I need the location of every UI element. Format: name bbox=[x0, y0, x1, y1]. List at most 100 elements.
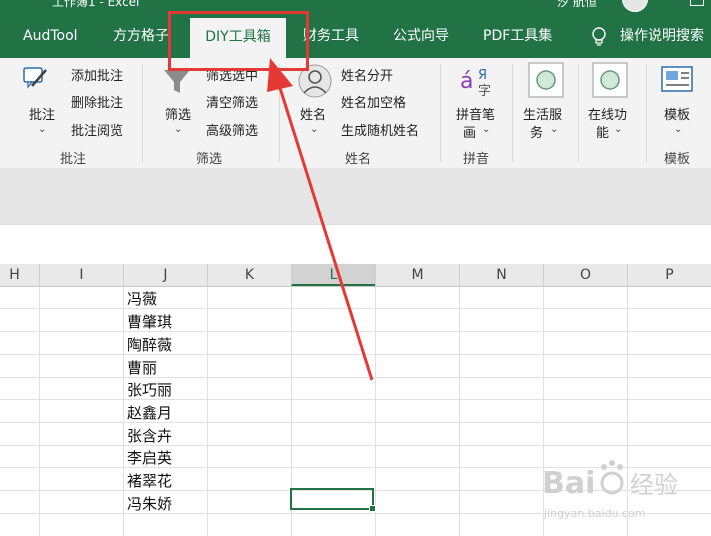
group-divider bbox=[440, 64, 441, 162]
group-divider bbox=[512, 64, 513, 162]
online-function-label-line2: 能 bbox=[596, 126, 610, 141]
view-comments-button[interactable]: 批注阅览 bbox=[71, 120, 123, 139]
split-name-button[interactable]: 姓名分开 bbox=[341, 65, 393, 84]
watermark-url: jingyan.baidu.com bbox=[543, 507, 646, 520]
column-header-i[interactable]: I bbox=[39, 264, 123, 286]
restore-window-icon[interactable] bbox=[690, 0, 704, 6]
group-label-template: 模板 bbox=[664, 152, 691, 167]
add-comment-button[interactable]: 添加批注 bbox=[71, 65, 123, 84]
cell-j2[interactable]: 曹肇琪 bbox=[127, 311, 172, 332]
column-header-j[interactable]: J bbox=[123, 264, 207, 286]
template-icon bbox=[661, 66, 693, 92]
group-label-name: 姓名 bbox=[345, 152, 372, 167]
tell-me-search[interactable]: 操作说明搜索 bbox=[620, 14, 704, 58]
group-divider bbox=[578, 64, 579, 162]
grid-line bbox=[0, 354, 711, 355]
grid-line bbox=[0, 308, 711, 309]
svg-text:字: 字 bbox=[478, 84, 491, 98]
pinyin-stroke-button[interactable]: 拼音笔 bbox=[456, 104, 495, 123]
life-service-label-line2: 务 bbox=[530, 126, 544, 141]
online-function-icon bbox=[592, 62, 628, 98]
template-button[interactable]: 模板 bbox=[664, 104, 690, 123]
chevron-down-icon: ⌄ bbox=[550, 124, 559, 135]
cell-j1[interactable]: 冯薇 bbox=[127, 288, 157, 309]
chevron-down-icon: ⌄ bbox=[174, 124, 183, 135]
name-button[interactable]: 姓名 bbox=[300, 104, 326, 123]
svg-text:Я: Я bbox=[478, 68, 487, 83]
tab-finance-tools[interactable]: 财务工具 bbox=[303, 14, 359, 58]
column-header-h[interactable]: H bbox=[0, 264, 39, 286]
grid-line bbox=[123, 287, 124, 536]
grid-line bbox=[39, 287, 40, 536]
group-divider bbox=[646, 64, 647, 162]
column-header-l[interactable]: L bbox=[291, 264, 375, 286]
group-divider bbox=[142, 64, 143, 162]
chevron-down-icon: ⌄ bbox=[614, 124, 623, 135]
chevron-down-icon: ⌄ bbox=[482, 124, 491, 135]
column-header-m[interactable]: M bbox=[375, 264, 459, 286]
cell-j10[interactable]: 冯朱娇 bbox=[127, 493, 172, 514]
tab-pdf-tools[interactable]: PDF工具集 bbox=[483, 14, 552, 58]
grid-line bbox=[375, 287, 376, 536]
cell-j5[interactable]: 张巧丽 bbox=[127, 379, 172, 400]
user-avatar[interactable] bbox=[622, 0, 648, 12]
blank-toolbar-area bbox=[0, 224, 711, 265]
chevron-down-icon: ⌄ bbox=[310, 124, 319, 135]
user-name[interactable]: 汐 航恒 bbox=[557, 0, 597, 10]
random-name-button[interactable]: 生成随机姓名 bbox=[341, 120, 419, 139]
cell-j6[interactable]: 赵鑫月 bbox=[127, 402, 172, 423]
delete-comment-button[interactable]: 删除批注 bbox=[71, 92, 123, 111]
column-header-o[interactable]: O bbox=[543, 264, 627, 286]
column-header-k[interactable]: K bbox=[207, 264, 291, 286]
grid-line bbox=[0, 331, 711, 332]
column-header-n[interactable]: N bbox=[459, 264, 543, 286]
column-header-p[interactable]: P bbox=[627, 264, 711, 286]
ribbon-panel: 批注 ⌄ 添加批注 删除批注 批注阅览 批注 筛选 ⌄ 筛选选中 清空筛选 高级… bbox=[0, 58, 711, 169]
comment-pen-icon bbox=[23, 67, 47, 89]
online-function-button[interactable]: 在线功 bbox=[588, 104, 627, 123]
watermark-brand: Bai bbox=[542, 466, 595, 501]
group-label-filter: 筛选 bbox=[196, 152, 223, 167]
pinyin-stroke-label-line2: 画 bbox=[463, 126, 477, 141]
chevron-down-icon: ⌄ bbox=[38, 124, 47, 135]
grid-line bbox=[0, 377, 711, 378]
watermark-brand2: 经验 bbox=[630, 471, 678, 499]
tab-audtool[interactable]: AudTool bbox=[23, 14, 78, 58]
svg-text:á: á bbox=[460, 69, 473, 94]
life-service-button[interactable]: 生活服 bbox=[523, 104, 562, 123]
paw-icon bbox=[600, 471, 624, 495]
ribbon-tab-bar: AudTool 方方格子 DIY工具箱 财务工具 公式向导 PDF工具集 操作说… bbox=[0, 14, 711, 58]
cell-j9[interactable]: 褚翠花 bbox=[127, 470, 172, 491]
active-cell-selection[interactable] bbox=[290, 488, 376, 512]
column-header-row: H I J K L M N O P bbox=[0, 264, 711, 287]
baidu-jingyan-watermark: Bai 经验 jingyan.baidu.com bbox=[542, 460, 678, 520]
cell-j7[interactable]: 张含卉 bbox=[127, 425, 172, 446]
grid-line bbox=[207, 287, 208, 536]
chevron-down-icon: ⌄ bbox=[674, 124, 683, 135]
advanced-filter-button[interactable]: 高级筛选 bbox=[206, 120, 258, 139]
clear-filter-button[interactable]: 清空筛选 bbox=[206, 92, 258, 111]
annotation-highlight-box bbox=[168, 11, 309, 71]
tab-fangfangezi[interactable]: 方方格子 bbox=[113, 14, 169, 58]
comment-button[interactable]: 批注 bbox=[29, 104, 55, 123]
grid-line bbox=[0, 422, 711, 423]
group-label-comment: 批注 bbox=[60, 152, 87, 167]
cell-j4[interactable]: 曹丽 bbox=[127, 357, 157, 378]
cell-j3[interactable]: 陶醉薇 bbox=[127, 334, 172, 355]
grid-line bbox=[0, 445, 711, 446]
name-add-space-button[interactable]: 姓名加空格 bbox=[341, 92, 406, 111]
life-service-icon bbox=[528, 62, 564, 98]
group-label-pinyin: 拼音 bbox=[463, 152, 490, 167]
tab-formula-wizard[interactable]: 公式向导 bbox=[393, 14, 449, 58]
formula-bar-area bbox=[0, 168, 711, 224]
pinyin-icon: á Я 字 bbox=[460, 68, 491, 98]
grid-line bbox=[0, 399, 711, 400]
filter-button[interactable]: 筛选 bbox=[165, 104, 191, 123]
fill-handle[interactable] bbox=[369, 505, 376, 512]
group-divider bbox=[279, 64, 280, 162]
lightbulb-icon bbox=[592, 27, 606, 46]
grid-line bbox=[459, 287, 460, 536]
window-title: 工作簿1 - Excel bbox=[52, 0, 140, 9]
title-bar: 工作簿1 - Excel 汐 航恒 bbox=[0, 0, 711, 14]
cell-j8[interactable]: 李启英 bbox=[127, 447, 172, 468]
